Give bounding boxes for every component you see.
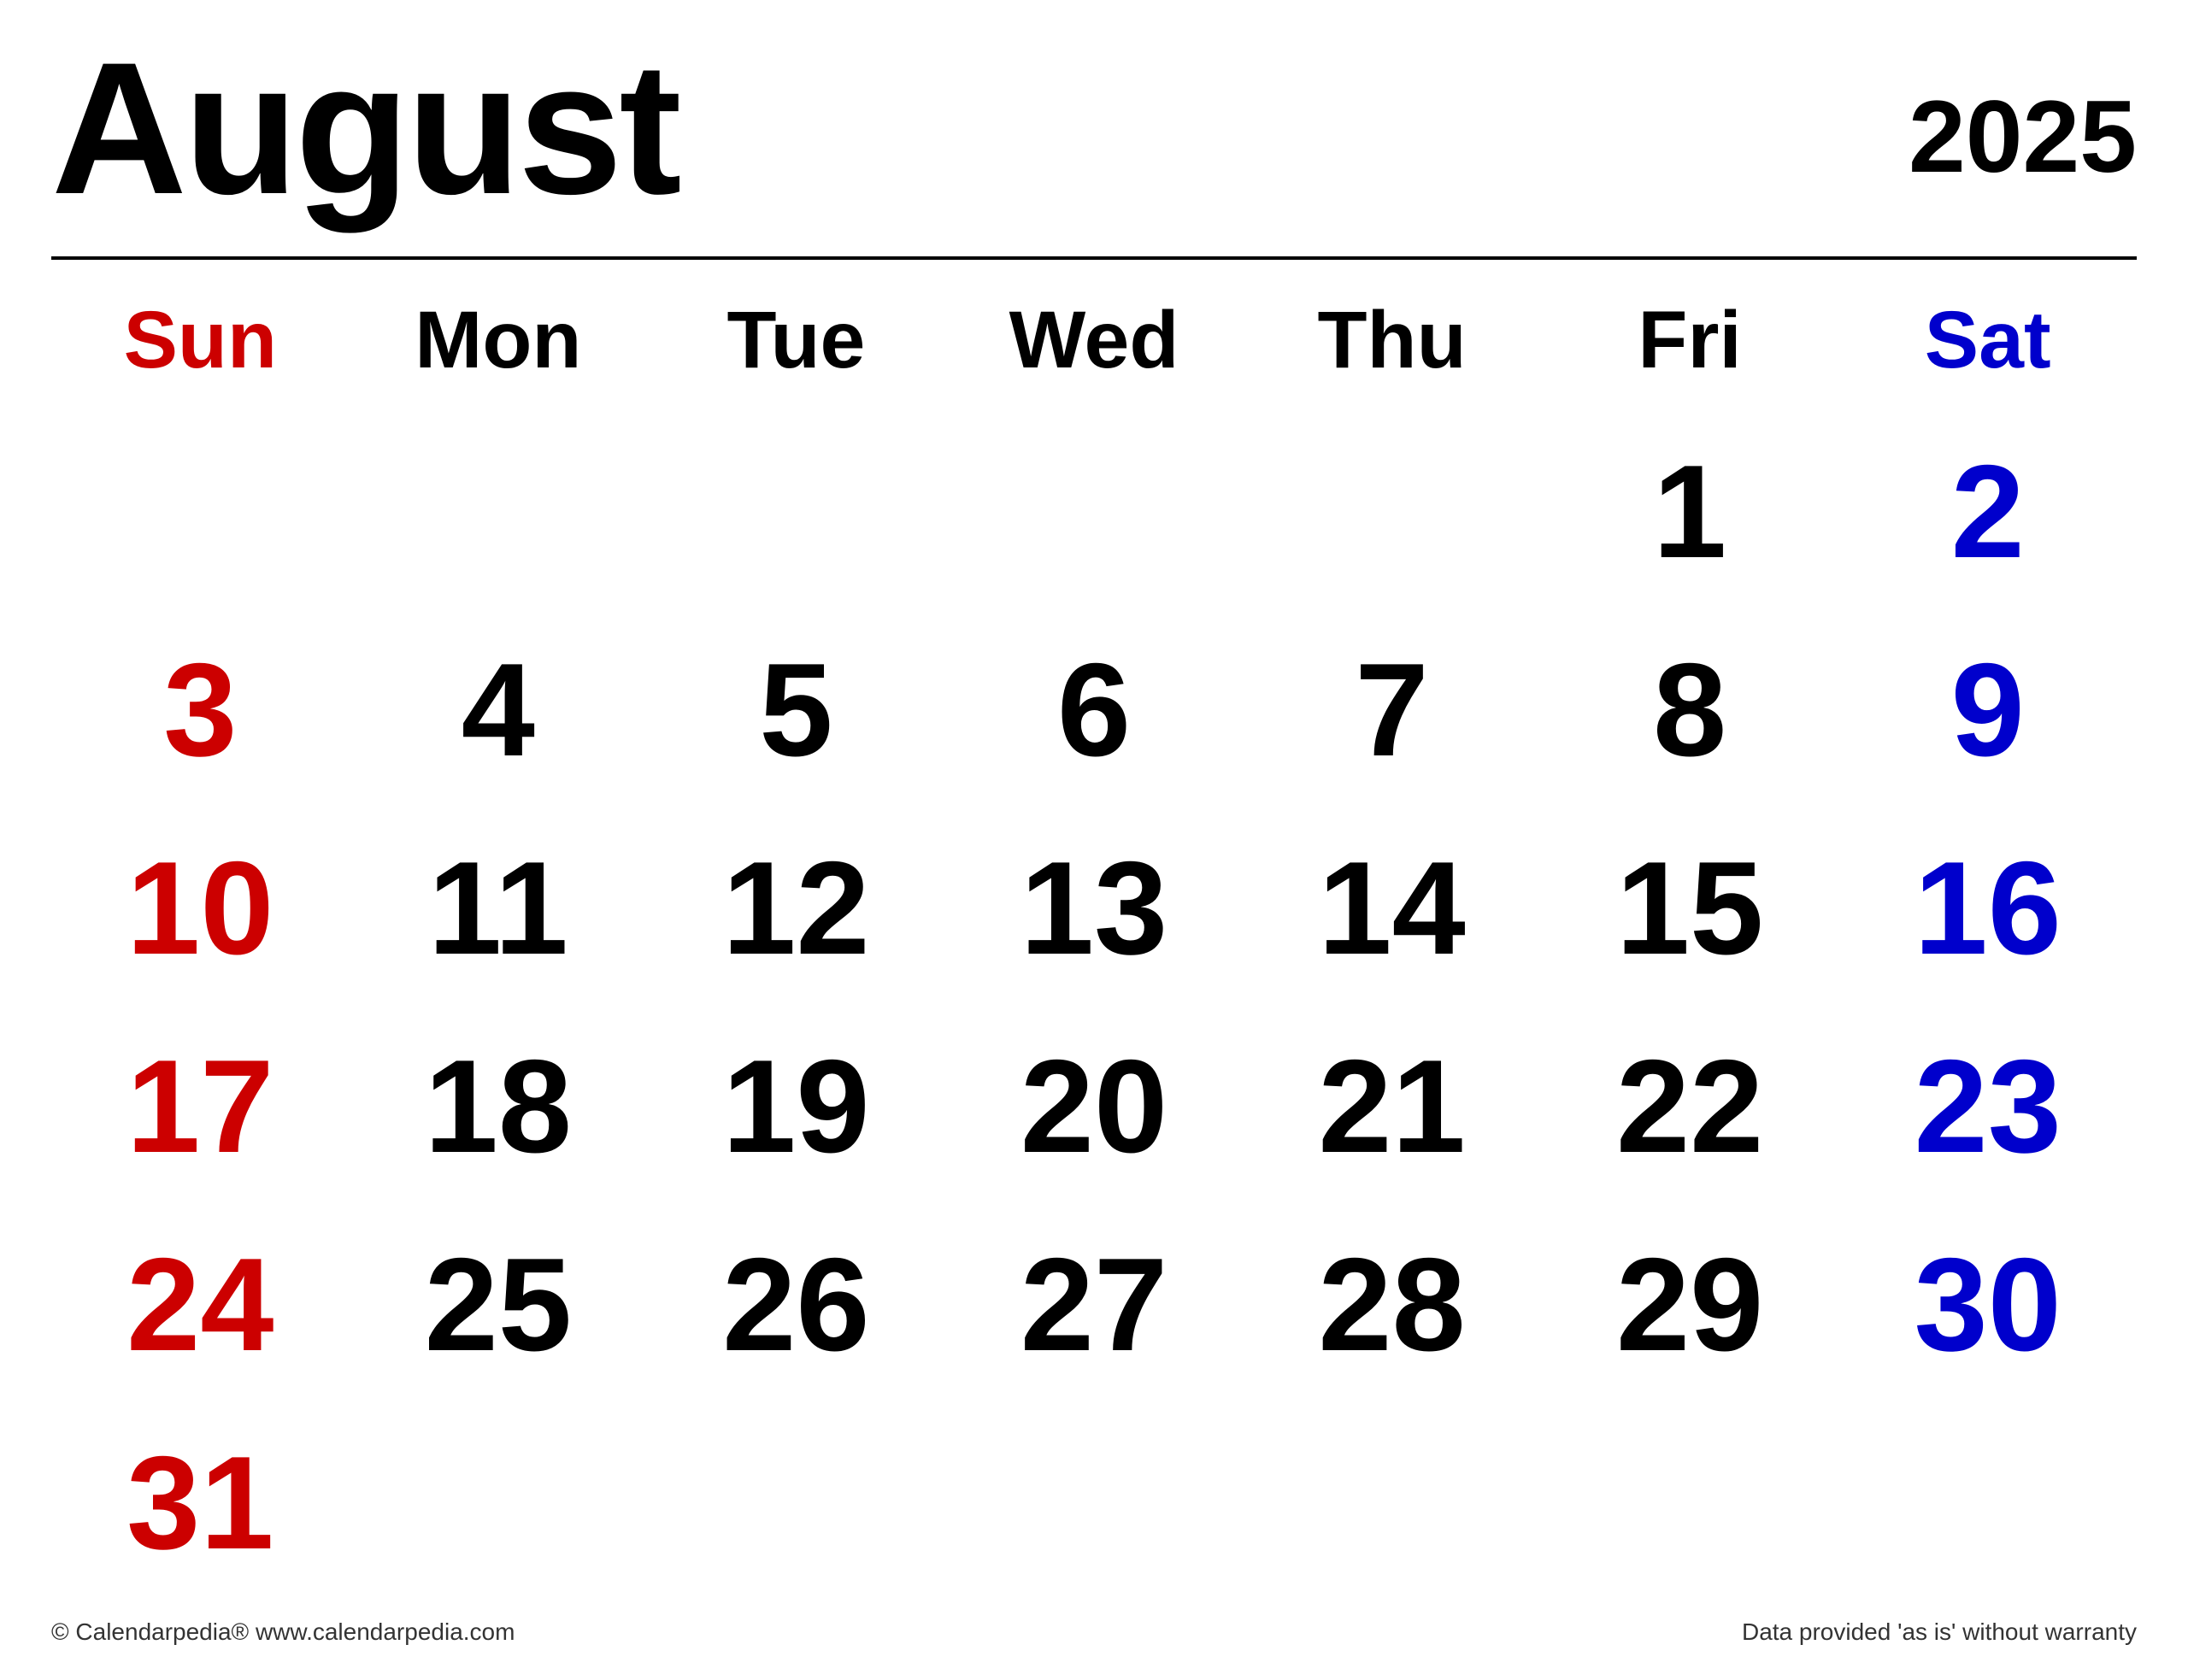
day-cell-12: 12 [647, 809, 945, 1007]
calendar-footer: © Calendarpedia® www.calendarpedia.com D… [51, 1610, 2137, 1646]
footer-left: © Calendarpedia® www.calendarpedia.com [51, 1618, 515, 1646]
day-cell-empty [1243, 1403, 1541, 1601]
calendar-grid: SunMonTueWedThuFriSat 123456789101112131… [51, 256, 2137, 1601]
day-header-sun: Sun [51, 277, 350, 404]
day-cell-empty [945, 1403, 1244, 1601]
day-cell-2: 2 [1838, 413, 2137, 611]
day-cell-8: 8 [1541, 611, 1839, 809]
week-row-5: 24252627282930 [51, 1205, 2137, 1403]
calendar-container: August 2025 SunMonTueWedThuFriSat 123456… [0, 0, 2188, 1680]
day-cell-31: 31 [51, 1403, 350, 1601]
day-cell-15: 15 [1541, 809, 1839, 1007]
day-headers: SunMonTueWedThuFriSat [51, 277, 2137, 404]
day-cell-19: 19 [647, 1007, 945, 1205]
day-cell-empty [350, 413, 648, 611]
week-row-1: 12 [51, 413, 2137, 611]
day-cell-3: 3 [51, 611, 350, 809]
day-cell-24: 24 [51, 1205, 350, 1403]
day-cell-13: 13 [945, 809, 1244, 1007]
day-cell-28: 28 [1243, 1205, 1541, 1403]
day-cell-5: 5 [647, 611, 945, 809]
day-cell-14: 14 [1243, 809, 1541, 1007]
day-cell-25: 25 [350, 1205, 648, 1403]
weeks-container: 1234567891011121314151617181920212223242… [51, 413, 2137, 1601]
day-cell-30: 30 [1838, 1205, 2137, 1403]
day-cell-29: 29 [1541, 1205, 1839, 1403]
day-cell-16: 16 [1838, 809, 2137, 1007]
day-cell-21: 21 [1243, 1007, 1541, 1205]
header-row: August 2025 [51, 34, 2137, 222]
day-cell-6: 6 [945, 611, 1244, 809]
day-cell-9: 9 [1838, 611, 2137, 809]
day-cell-26: 26 [647, 1205, 945, 1403]
day-header-mon: Mon [350, 277, 648, 404]
day-cell-22: 22 [1541, 1007, 1839, 1205]
week-row-4: 17181920212223 [51, 1007, 2137, 1205]
day-cell-11: 11 [350, 809, 648, 1007]
day-header-wed: Wed [945, 277, 1244, 404]
day-cell-20: 20 [945, 1007, 1244, 1205]
day-cell-empty [1243, 413, 1541, 611]
week-row-3: 10111213141516 [51, 809, 2137, 1007]
week-row-6: 31 [51, 1403, 2137, 1601]
day-cell-4: 4 [350, 611, 648, 809]
week-row-2: 3456789 [51, 611, 2137, 809]
day-cell-23: 23 [1838, 1007, 2137, 1205]
day-header-tue: Tue [647, 277, 945, 404]
day-cell-empty [945, 413, 1244, 611]
day-cell-empty [1541, 1403, 1839, 1601]
footer-right: Data provided 'as is' without warranty [1742, 1618, 2137, 1646]
month-title: August [51, 34, 679, 222]
day-cell-empty [647, 1403, 945, 1601]
day-cell-empty [51, 413, 350, 611]
day-cell-17: 17 [51, 1007, 350, 1205]
day-header-sat: Sat [1838, 277, 2137, 404]
day-cell-empty [350, 1403, 648, 1601]
day-header-thu: Thu [1243, 277, 1541, 404]
day-cell-18: 18 [350, 1007, 648, 1205]
day-cell-empty [647, 413, 945, 611]
day-cell-empty [1838, 1403, 2137, 1601]
day-header-fri: Fri [1541, 277, 1839, 404]
year-title: 2025 [1909, 34, 2137, 188]
day-cell-10: 10 [51, 809, 350, 1007]
day-cell-1: 1 [1541, 413, 1839, 611]
day-cell-27: 27 [945, 1205, 1244, 1403]
day-cell-7: 7 [1243, 611, 1541, 809]
